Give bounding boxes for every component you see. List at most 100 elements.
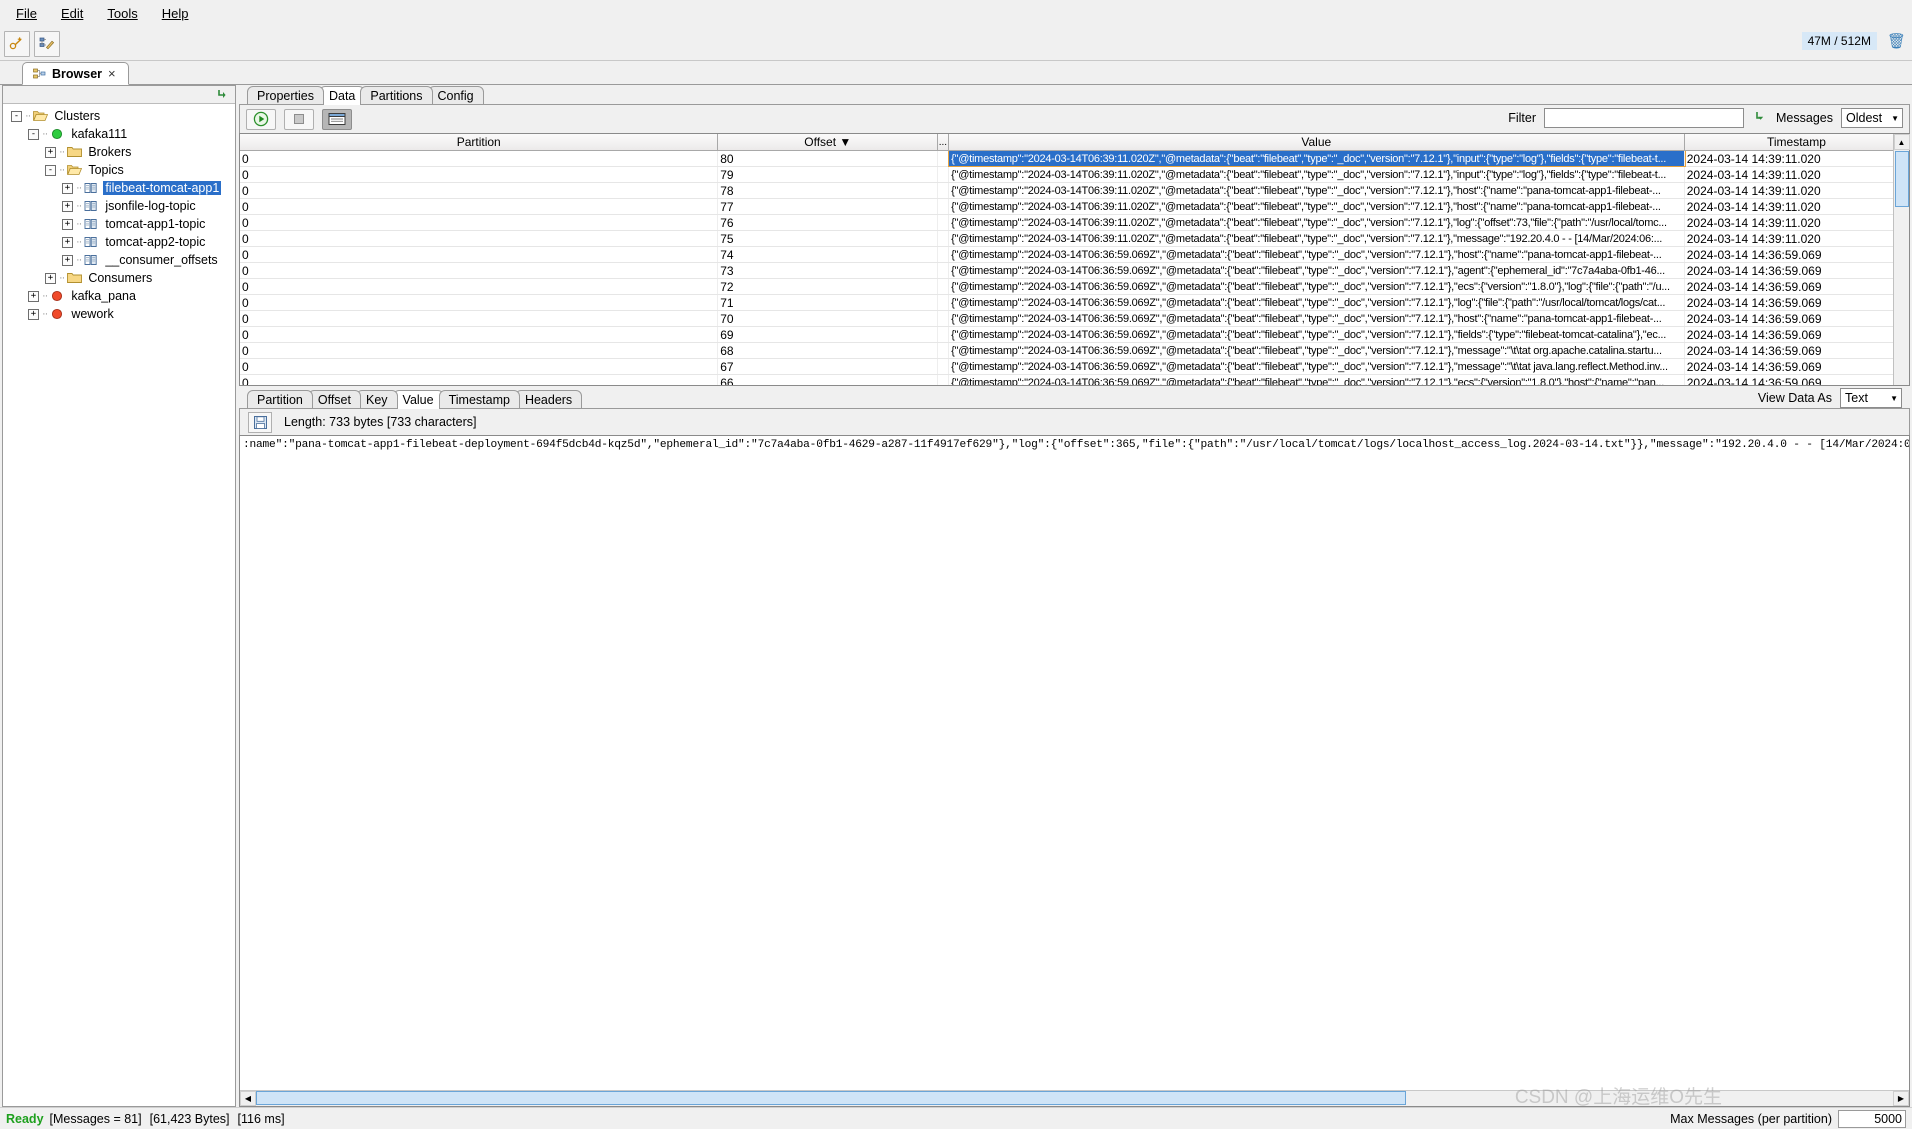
grid-header-offset[interactable]: Offset ▼ — [718, 134, 939, 151]
table-row[interactable]: 0 68 {"@timestamp":"2024-03-14T06:36:59.06… — [240, 343, 1909, 359]
edit-cluster-button[interactable] — [34, 31, 60, 57]
stop-button[interactable] — [284, 108, 314, 130]
tree-node-jsonfile-log-topic[interactable]: + ·· jsonfile-log-topic — [3, 197, 235, 215]
scroll-right-button[interactable]: ▶ — [1893, 1091, 1909, 1106]
cell-partition: 0 — [240, 311, 719, 326]
table-row[interactable]: 0 73 {"@timestamp":"2024-03-14T06:36:59.06… — [240, 263, 1909, 279]
grid-header-[interactable]: ... — [938, 134, 949, 151]
scroll-thumb[interactable] — [256, 1091, 1406, 1105]
value-viewer: :name":"pana-tomcat-app1-filebeat-deploy… — [239, 435, 1910, 1107]
tree-node-filebeat-tomcat-app1[interactable]: + ·· filebeat-tomcat-app1 — [3, 179, 235, 197]
scroll-left-button[interactable]: ◀ — [240, 1091, 256, 1106]
tree-expander[interactable]: + — [62, 182, 73, 194]
tree-node-wework[interactable]: + ·· wework — [3, 305, 235, 323]
menu-tools[interactable]: Tools — [97, 3, 147, 24]
table-row[interactable]: 0 67 {"@timestamp":"2024-03-14T06:36:59.06… — [240, 359, 1909, 375]
cell-value: {"@timestamp":"2024-03-14T06:39:11.020Z"… — [949, 215, 1685, 230]
tree-node-brokers[interactable]: + ·· Brokers — [3, 143, 235, 161]
tree-node-tomcat-app1-topic[interactable]: + ·· tomcat-app1-topic — [3, 215, 235, 233]
filter-down-arrow-icon[interactable] — [1752, 110, 1768, 126]
table-row[interactable]: 0 77 {"@timestamp":"2024-03-14T06:39:11.02… — [240, 199, 1909, 215]
detail-tab-offset[interactable]: Offset — [307, 390, 361, 409]
table-row[interactable]: 0 71 {"@timestamp":"2024-03-14T06:36:59.06… — [240, 295, 1909, 311]
grid-vertical-scrollbar[interactable]: ▲ — [1893, 134, 1910, 385]
detail-tab-timestamp[interactable]: Timestamp — [438, 390, 520, 409]
tab-data[interactable]: Data — [318, 86, 366, 105]
cell-value: {"@timestamp":"2024-03-14T06:39:11.020Z"… — [949, 231, 1685, 246]
table-row[interactable]: 0 78 {"@timestamp":"2024-03-14T06:39:11.02… — [240, 183, 1909, 199]
tree-expander[interactable]: + — [45, 146, 56, 158]
menu-help[interactable]: Help — [152, 3, 199, 24]
tree-expander[interactable]: + — [28, 290, 39, 302]
table-row[interactable]: 0 70 {"@timestamp":"2024-03-14T06:36:59.06… — [240, 311, 1909, 327]
table-row[interactable]: 0 66 {"@timestamp":"2024-03-14T06:36:59.06… — [240, 375, 1909, 385]
search-input[interactable] — [1544, 108, 1745, 128]
tab-properties[interactable]: Properties — [247, 86, 324, 105]
detail-tab-headers[interactable]: Headers — [514, 390, 583, 409]
table-row[interactable]: 0 69 {"@timestamp":"2024-03-14T06:36:59.06… — [240, 327, 1909, 343]
menu-file[interactable]: File — [6, 3, 47, 24]
tree-expander[interactable]: + — [62, 254, 73, 266]
detail-tab-value[interactable]: Value — [392, 390, 444, 409]
tree-expander[interactable]: + — [45, 272, 56, 284]
collapse-all-icon[interactable] — [215, 88, 229, 102]
add-cluster-button[interactable] — [4, 31, 30, 57]
scroll-track[interactable] — [256, 1091, 1893, 1106]
cell-value: {"@timestamp":"2024-03-14T06:36:59.069Z"… — [949, 311, 1685, 326]
tree-node-label: Consumers — [88, 271, 153, 285]
tree-node-topics[interactable]: - ·· Topics — [3, 161, 235, 179]
cell-value: {"@timestamp":"2024-03-14T06:36:59.069Z"… — [949, 359, 1685, 374]
table-row[interactable]: 0 72 {"@timestamp":"2024-03-14T06:36:59.06… — [240, 279, 1909, 295]
detail-horizontal-scrollbar[interactable]: ◀ ▶ — [240, 1090, 1909, 1106]
table-row[interactable]: 0 75 {"@timestamp":"2024-03-14T06:39:11.02… — [240, 231, 1909, 247]
messages-grid-body[interactable]: 0 80 {"@timestamp":"2024-03-14T06:39:11.02… — [240, 151, 1909, 385]
max-messages-label: Max Messages (per partition) — [1670, 1111, 1832, 1126]
grid-header-label: ... — [938, 136, 948, 148]
trash-icon[interactable]: 🗑 — [1887, 32, 1906, 50]
tree-expander[interactable]: + — [62, 218, 73, 230]
save-button[interactable] — [248, 411, 272, 433]
play-button[interactable] — [246, 108, 276, 130]
scroll-up-button[interactable]: ▲ — [1893, 134, 1910, 150]
messages-order-select[interactable]: Oldest ▼ — [1841, 108, 1903, 128]
grid-header-partition[interactable]: Partition — [240, 134, 719, 151]
table-row[interactable]: 0 80 {"@timestamp":"2024-03-14T06:39:11.02… — [240, 151, 1909, 167]
value-text[interactable]: :name":"pana-tomcat-app1-filebeat-deploy… — [240, 436, 1909, 1090]
tab-partitions[interactable]: Partitions — [360, 86, 433, 105]
tree-expander[interactable]: - — [11, 110, 22, 122]
tree-node-consumers[interactable]: + ·· Consumers — [3, 269, 235, 287]
tree-expander[interactable]: - — [45, 164, 56, 176]
edit-cluster-icon — [39, 37, 55, 50]
menu-edit[interactable]: Edit — [51, 3, 93, 24]
detail-tab-label: Headers — [524, 392, 573, 407]
menu-file-label: File — [16, 6, 37, 21]
tree-node-kafaka111[interactable]: - ·· kafaka111 — [3, 125, 235, 143]
cluster-tree[interactable]: - ·· Clusters - ·· kafaka111 + ·· Brokers - ·· Topi… — [3, 104, 235, 1106]
detail-tab-key[interactable]: Key — [355, 390, 398, 409]
cell-timestamp: 2024-03-14 14:36:59.069 — [1685, 295, 1909, 310]
tab-config[interactable]: Config — [427, 86, 484, 105]
tree-expander[interactable]: + — [28, 308, 39, 320]
detail-tab-partition[interactable]: Partition — [247, 390, 313, 409]
tree-node-kafka-pana[interactable]: + ·· kafka_pana — [3, 287, 235, 305]
tree-node-clusters[interactable]: - ·· Clusters — [3, 107, 235, 125]
grid-header-value[interactable]: Value — [948, 134, 1685, 151]
max-messages-input[interactable]: 5000 — [1838, 1109, 1906, 1128]
table-row[interactable]: 0 79 {"@timestamp":"2024-03-14T06:39:11.02… — [240, 167, 1909, 183]
table-row[interactable]: 0 76 {"@timestamp":"2024-03-14T06:39:11.02… — [240, 215, 1909, 231]
table-row[interactable]: 0 74 {"@timestamp":"2024-03-14T06:36:59.06… — [240, 247, 1909, 263]
scroll-thumb[interactable] — [1894, 151, 1909, 207]
tree-expander[interactable]: + — [62, 200, 73, 212]
tree-expander[interactable]: + — [62, 236, 73, 248]
close-icon[interactable]: × — [108, 66, 116, 81]
cell-extra — [938, 279, 950, 294]
tree-node-consumer-offsets[interactable]: + ·· __consumer_offsets — [3, 251, 235, 269]
chevron-down-icon: ▼ — [1890, 393, 1898, 403]
tree-expander[interactable]: - — [28, 128, 39, 140]
view-mode-button[interactable] — [322, 108, 352, 130]
tree-node-tomcat-app2-topic[interactable]: + ·· tomcat-app2-topic — [3, 233, 235, 251]
status-elapsed: [116 ms] — [237, 1111, 285, 1126]
grid-header-timestamp[interactable]: Timestamp — [1684, 134, 1909, 151]
view-data-as-select[interactable]: Text ▼ — [1840, 388, 1902, 408]
tab-browser[interactable]: Browser × — [22, 62, 129, 85]
